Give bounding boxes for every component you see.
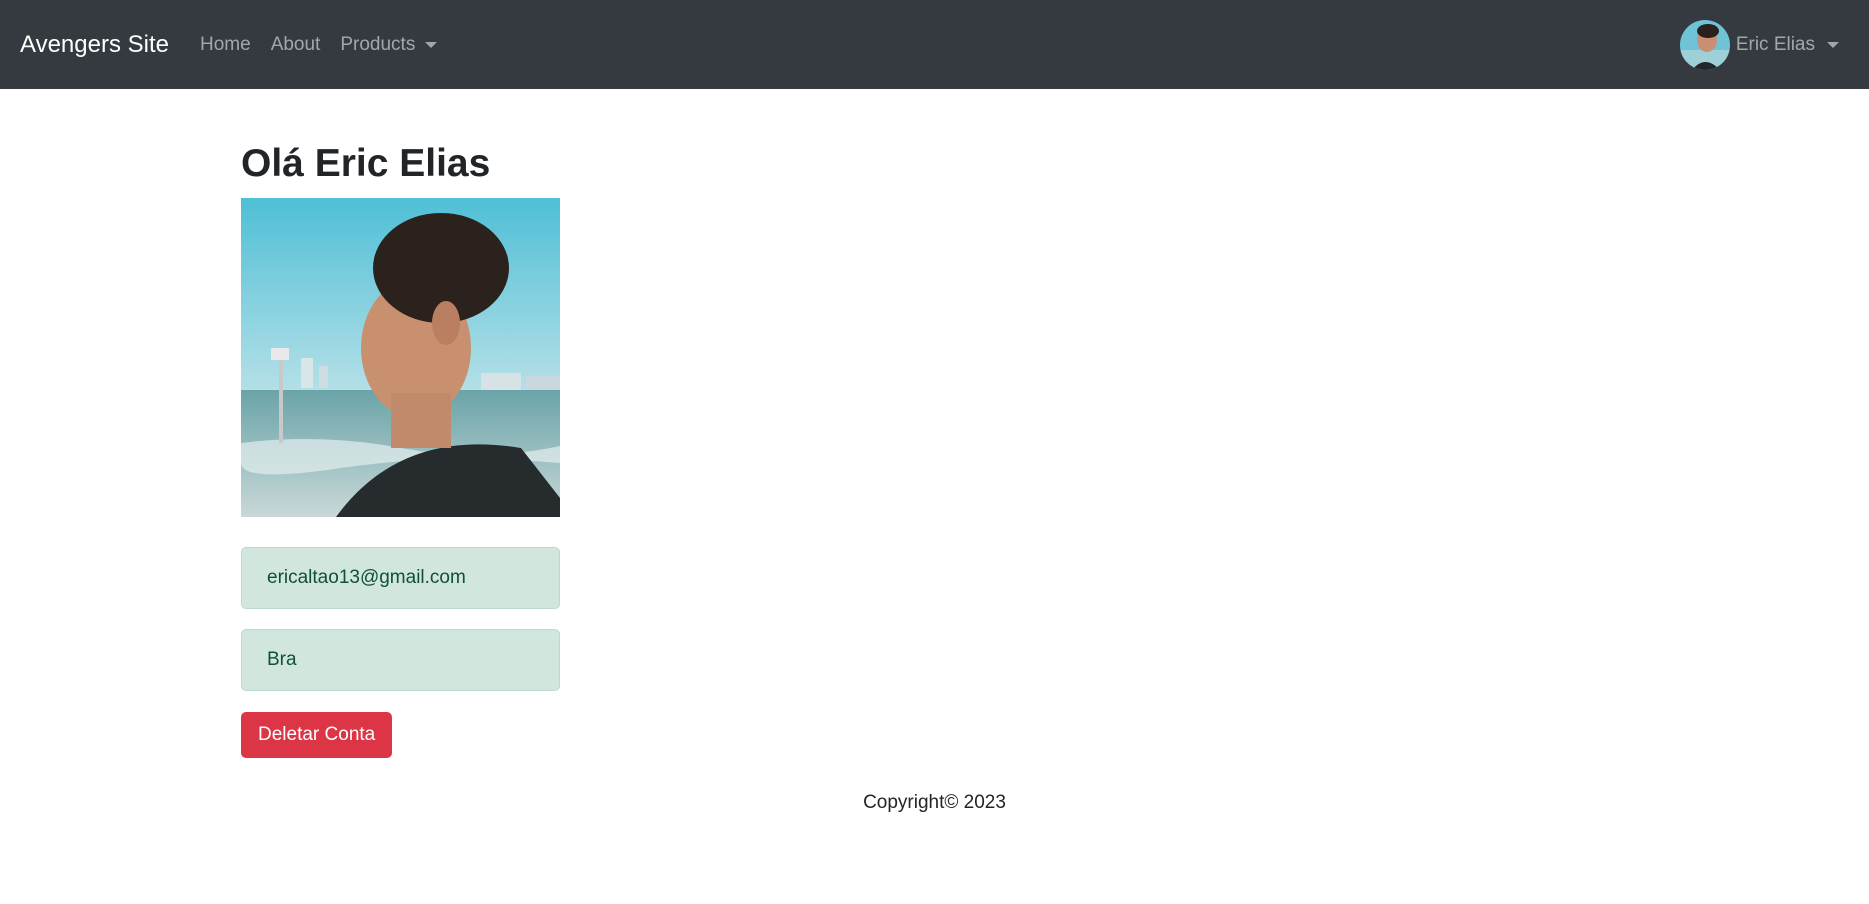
profile-photo: [241, 198, 560, 517]
nav-home-link[interactable]: Home: [200, 33, 251, 57]
nav-products-label: Products: [340, 34, 416, 55]
country-field: Bra: [241, 629, 560, 691]
profile-container: Olá Eric Elias ericaltao13@gmail.com Bra…: [241, 140, 1041, 758]
user-menu-dropdown[interactable]: Eric Elias: [1679, 20, 1839, 70]
nav-about-link[interactable]: About: [271, 33, 321, 57]
footer: Copyright© 2023: [0, 792, 1869, 814]
avatar: [1679, 20, 1730, 70]
user-name: Eric Elias: [1735, 34, 1815, 55]
chevron-down-icon: [1827, 42, 1839, 48]
delete-account-button[interactable]: Deletar Conta: [241, 712, 393, 758]
nav-products-dropdown[interactable]: Products: [340, 33, 438, 57]
email-field: ericaltao13@gmail.com: [241, 547, 560, 609]
copyright-text: Copyright© 2023: [863, 792, 1006, 813]
navbar: Avengers Site Home About Products Eric E…: [0, 0, 1869, 89]
nav-links: Home About Products: [200, 33, 438, 57]
chevron-down-icon: [425, 42, 438, 48]
brand-link[interactable]: Avengers Site: [20, 30, 169, 60]
page-title: Olá Eric Elias: [241, 142, 491, 185]
